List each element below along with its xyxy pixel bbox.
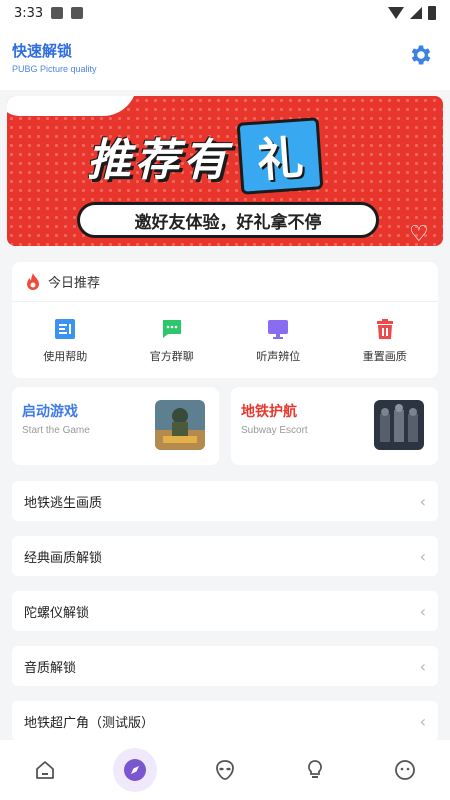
nav-profile[interactable] (383, 748, 427, 792)
chat-icon (162, 320, 181, 338)
status-right (388, 6, 436, 20)
status-left: 3:33 (14, 5, 84, 21)
flame-icon (27, 272, 39, 290)
nav-alien[interactable] (203, 748, 247, 792)
recommend-item-label: 官方群聊 (149, 350, 194, 363)
signal-icon (410, 7, 422, 19)
compass-icon (124, 759, 146, 781)
list-item-subway-quality[interactable]: 地铁逃生画质 ‹ (12, 481, 438, 521)
promo-banner[interactable]: 推荐有 礼 邀好友体验，好礼拿不停 ♡ (7, 96, 443, 246)
home-icon (36, 761, 54, 779)
recommend-heading: 今日推荐 (48, 276, 101, 291)
chevron-left-icon: ‹ (419, 711, 426, 731)
battery-icon (428, 6, 436, 20)
list-item-label: 音质解锁 (24, 660, 77, 676)
recommend-item-sound-locate[interactable]: 听声辨位 (228, 318, 328, 364)
recommend-item-group-chat[interactable]: 官方群聊 (122, 318, 222, 364)
chevron-left-icon: ‹ (419, 491, 426, 511)
today-recommend-card: 今日推荐 使用帮助 官方群聊 听声辨位 重置画质 (12, 262, 438, 378)
recommend-item-label: 听声辨位 (256, 350, 301, 363)
chevron-left-icon: ‹ (419, 656, 426, 676)
image-notification-icon (51, 7, 64, 19)
status-time: 3:33 (14, 5, 44, 21)
list-item-audio-quality[interactable]: 音质解锁 ‹ (12, 646, 438, 686)
chevron-left-icon: ‹ (419, 601, 426, 621)
pubg-game-thumbnail (155, 400, 205, 450)
app-title: 快速解锁 (12, 42, 73, 60)
app-header: 快速解锁 PUBG Picture quality (0, 26, 450, 90)
status-bar: 3:33 (0, 0, 450, 26)
recommend-header: 今日推荐 (12, 262, 438, 302)
list-item-label: 经典画质解锁 (24, 550, 103, 566)
list-item-label: 地铁超广角（测试版） (24, 715, 155, 731)
app-notification-icon (71, 7, 84, 19)
face-icon (395, 760, 415, 780)
alien-icon (216, 760, 234, 780)
banner-slogan: 邀好友体验，好礼拿不停 (77, 202, 379, 238)
banner-gift-char: 礼 (255, 130, 306, 188)
bottom-nav (0, 740, 450, 800)
heart-icon: ♡ (409, 222, 429, 246)
chevron-left-icon: ‹ (419, 546, 426, 566)
recommend-grid: 使用帮助 官方群聊 听声辨位 重置画质 (12, 302, 438, 364)
nav-tips[interactable] (293, 748, 337, 792)
subway-game-thumbnail (374, 400, 424, 450)
recommend-item-label: 使用帮助 (43, 350, 88, 363)
help-doc-icon (55, 319, 76, 339)
list-item-gyroscope[interactable]: 陀螺仪解锁 ‹ (12, 591, 438, 631)
subway-escort-card[interactable]: 地铁护航 Subway Escort (231, 387, 438, 465)
app-subtitle: PUBG Picture quality (12, 64, 97, 74)
gear-icon (411, 45, 431, 65)
list-item-label: 陀螺仪解锁 (24, 605, 90, 621)
recommend-item-label: 重置画质 (362, 350, 407, 363)
list-item-label: 地铁逃生画质 (24, 495, 103, 511)
recommend-item-help[interactable]: 使用帮助 (15, 318, 115, 364)
recommend-item-reset-quality[interactable]: 重置画质 (335, 318, 435, 364)
wifi-icon (388, 7, 404, 19)
banner-title: 推荐有 (87, 135, 231, 186)
start-game-card[interactable]: 启动游戏 Start the Game (12, 387, 219, 465)
settings-button[interactable] (408, 42, 434, 68)
banner-title-group: 推荐有 礼 (87, 117, 324, 195)
list-item-classic-quality[interactable]: 经典画质解锁 ‹ (12, 536, 438, 576)
list-item-subway-wide-angle[interactable]: 地铁超广角（测试版） ‹ (12, 701, 438, 741)
monitor-icon (268, 320, 289, 339)
gift-box-icon: 礼 (236, 117, 324, 195)
lightbulb-icon (308, 760, 322, 778)
nav-home[interactable] (23, 748, 67, 792)
trash-icon (376, 319, 393, 339)
nav-discover[interactable] (113, 748, 157, 792)
